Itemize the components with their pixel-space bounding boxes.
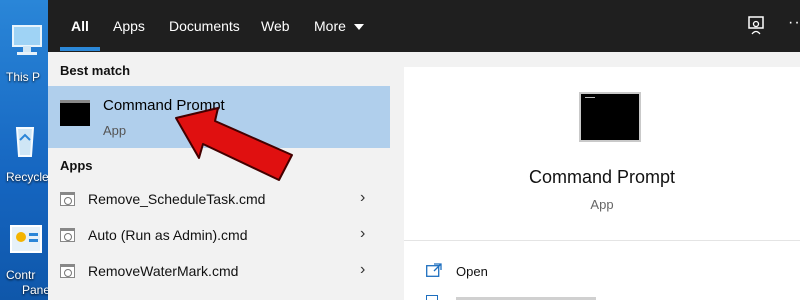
feedback-icon[interactable]	[748, 16, 766, 36]
list-item-name: Remove_ScheduleTask.cmd	[88, 191, 266, 207]
control-panel-icon	[10, 225, 42, 253]
tab-documents[interactable]: Documents	[169, 18, 240, 34]
list-item-name: RemoveWaterMark.cmd	[88, 263, 239, 279]
cmd-file-icon	[60, 192, 75, 206]
caret-down-icon	[353, 24, 364, 31]
results-list: Best match Command Prompt App Apps Remov…	[48, 52, 390, 300]
list-item[interactable]: RemoveWaterMark.cmd ›	[48, 254, 390, 288]
best-match-heading: Best match	[60, 63, 131, 78]
cmd-file-icon	[60, 264, 75, 278]
chevron-right-icon[interactable]: ›	[360, 189, 365, 207]
list-item-name: Auto (Run as Admin).cmd	[88, 227, 248, 243]
more-options-button[interactable]: ···	[788, 14, 800, 32]
desktop-icon-control-panel[interactable]: Contr Pane	[2, 222, 50, 297]
open-icon	[426, 263, 442, 277]
tab-all[interactable]: All	[71, 18, 89, 34]
search-tab-bar: All Apps Documents Web More ···	[48, 0, 800, 52]
list-item[interactable]: Remove_ScheduleTask.cmd ›	[48, 182, 390, 216]
open-action-label: Open	[456, 264, 488, 279]
tab-web[interactable]: Web	[261, 18, 290, 34]
action-icon	[426, 295, 438, 300]
cmd-file-icon	[60, 228, 75, 242]
chevron-right-icon[interactable]: ›	[360, 225, 365, 243]
recycle-bin-icon	[15, 127, 35, 157]
desktop: This P Recycle Contr Pane	[0, 0, 50, 300]
list-item[interactable]: Auto (Run as Admin).cmd ›	[48, 218, 390, 252]
best-match-type: App	[103, 123, 127, 138]
tab-more[interactable]: More	[314, 18, 364, 34]
desktop-icon-label: Contr	[6, 268, 36, 282]
desktop-icon-this-pc[interactable]: This P	[2, 22, 48, 84]
preview-subtitle: App	[590, 197, 614, 212]
desktop-icon-label: Pane	[22, 283, 51, 297]
search-panel: All Apps Documents Web More ··· Best mat…	[48, 0, 800, 300]
preview-title: Command Prompt	[528, 167, 676, 187]
tab-apps[interactable]: Apps	[113, 18, 145, 34]
tab-more-label: More	[314, 18, 346, 34]
best-match-item[interactable]: Command Prompt App	[48, 86, 390, 148]
divider	[404, 240, 800, 241]
second-action-partial[interactable]	[426, 291, 606, 300]
chevron-right-icon[interactable]: ›	[360, 261, 365, 279]
apps-heading: Apps	[60, 158, 93, 173]
command-prompt-icon	[60, 100, 90, 126]
command-prompt-large-icon	[579, 92, 641, 142]
desktop-icon-label: Recycle	[6, 170, 49, 184]
active-tab-indicator	[60, 47, 100, 51]
desktop-icon-recycle-bin[interactable]: Recycle	[2, 118, 49, 184]
this-pc-icon	[12, 25, 42, 55]
preview-pane: Command Prompt App Open	[404, 67, 800, 300]
desktop-icon-label: This P	[6, 70, 41, 84]
best-match-title: Command Prompt	[103, 97, 225, 114]
